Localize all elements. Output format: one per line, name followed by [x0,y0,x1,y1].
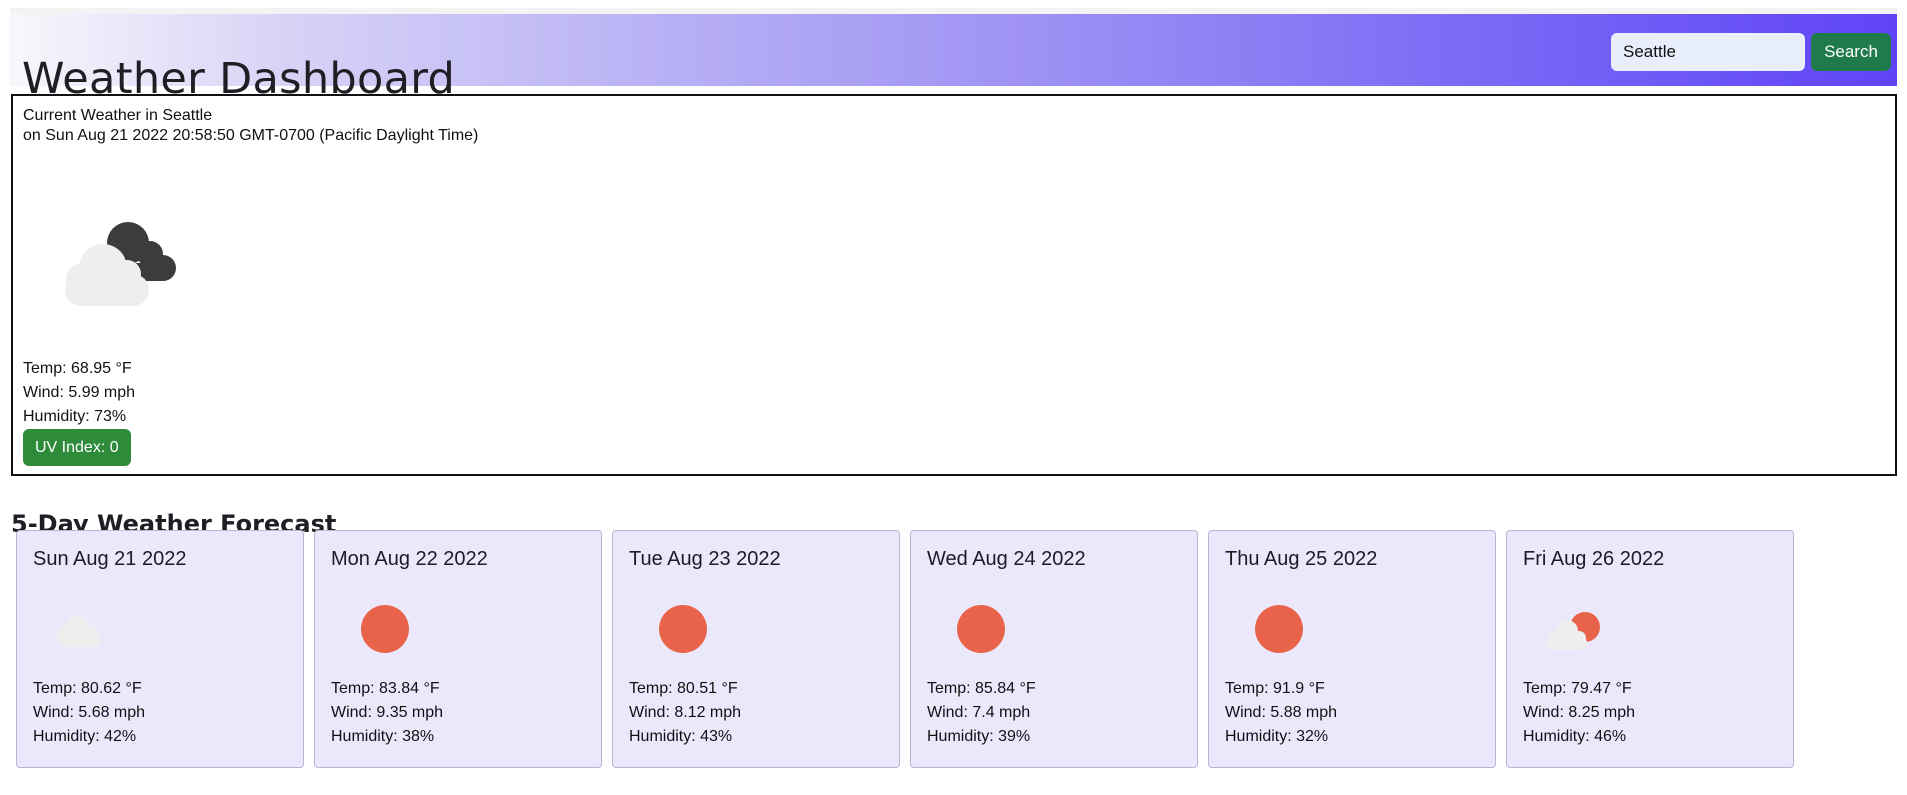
forecast-card: Mon Aug 22 2022 Temp: 83.84 °F Wind: 9.3… [314,530,602,768]
cloud-icon [47,599,117,659]
forecast-temp: Temp: 83.84 °F [331,680,440,697]
sun-icon [941,599,1011,659]
uv-index-badge: UV Index: 0 [23,429,131,466]
forecast-temp: Temp: 80.62 °F [33,680,142,697]
forecast-card: Fri Aug 26 2022 Temp: 79.47 °F Wind: 8.2… [1506,530,1794,768]
forecast-humidity: Humidity: 46% [1523,728,1627,745]
forecast-card: Tue Aug 23 2022 Temp: 80.51 °F Wind: 8.1… [612,530,900,768]
current-humidity: Humidity: 73% [23,408,127,425]
sun-icon [345,599,415,659]
night-partly-cloudy-icon [47,208,177,308]
forecast-temp: Temp: 79.47 °F [1523,680,1632,697]
forecast-date: Tue Aug 23 2022 [629,548,781,570]
forecast-wind: Wind: 9.35 mph [331,704,444,721]
forecast-date: Wed Aug 24 2022 [927,548,1086,570]
forecast-date: Fri Aug 26 2022 [1523,548,1665,570]
forecast-card: Thu Aug 25 2022 Temp: 91.9 °F Wind: 5.88… [1208,530,1496,768]
current-datetime: on Sun Aug 21 2022 20:58:50 GMT-0700 (Pa… [23,127,479,144]
forecast-card: Wed Aug 24 2022 Temp: 85.84 °F Wind: 7.4… [910,530,1198,768]
forecast-humidity: Humidity: 38% [331,728,435,745]
sun-icon [1239,599,1309,659]
forecast-wind: Wind: 8.12 mph [629,704,742,721]
forecast-wind: Wind: 8.25 mph [1523,704,1636,721]
partly-cloudy-icon [1537,599,1607,659]
forecast-date: Sun Aug 21 2022 [33,548,187,570]
forecast-wind: Wind: 5.68 mph [33,704,146,721]
forecast-wind: Wind: 5.88 mph [1225,704,1338,721]
app: Weather Dashboard Search Current Weather… [0,0,1907,795]
forecast-date: Mon Aug 22 2022 [331,548,488,570]
forecast-temp: Temp: 91.9 °F [1225,680,1325,697]
forecast-temp: Temp: 80.51 °F [629,680,738,697]
forecast-humidity: Humidity: 39% [927,728,1031,745]
forecast-humidity: Humidity: 43% [629,728,733,745]
forecast-wind: Wind: 7.4 mph [927,704,1031,721]
sun-icon [643,599,713,659]
forecast-humidity: Humidity: 32% [1225,728,1329,745]
forecast-date: Thu Aug 25 2022 [1225,548,1378,570]
search-input[interactable] [1611,33,1805,71]
forecast-temp: Temp: 85.84 °F [927,680,1036,697]
current-wind: Wind: 5.99 mph [23,384,136,401]
forecast-card: Sun Aug 21 2022 Temp: 80.62 °F Wind: 5.6… [16,530,304,768]
forecast-humidity: Humidity: 42% [33,728,137,745]
current-weather-panel: Current Weather in Seattle on Sun Aug 21… [11,94,1897,476]
search-button[interactable]: Search [1811,33,1891,71]
current-temp: Temp: 68.95 °F [23,360,132,377]
header-bar: Weather Dashboard Search [10,14,1897,104]
